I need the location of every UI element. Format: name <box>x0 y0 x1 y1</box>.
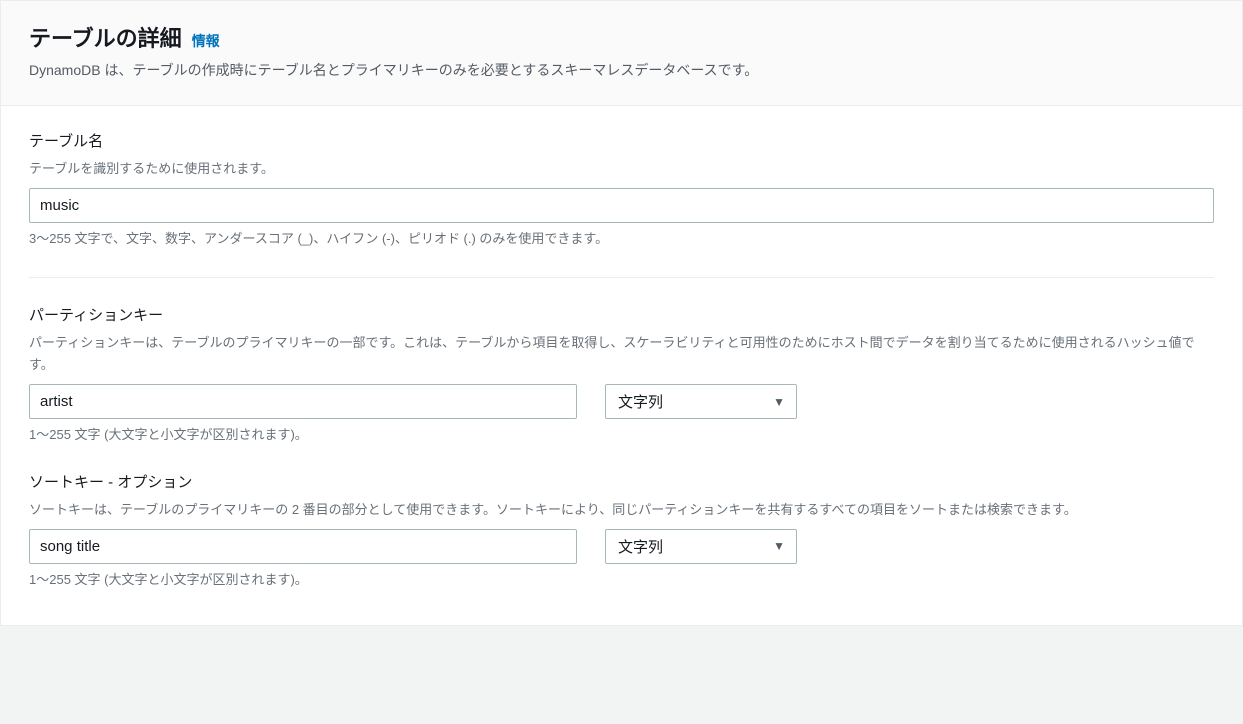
divider <box>29 277 1214 278</box>
panel-body: テーブル名 テーブルを識別するために使用されます。 3〜255 文字で、文字、数… <box>1 106 1242 625</box>
sort-key-hint: 1〜255 文字 (大文字と小文字が区別されます)。 <box>29 570 1214 590</box>
table-name-help: テーブルを識別するために使用されます。 <box>29 158 1214 180</box>
partition-key-input[interactable] <box>29 384 577 419</box>
partition-key-row: ▼ <box>29 384 1214 419</box>
partition-key-label: パーティションキー <box>29 304 1214 328</box>
sort-key-label: ソートキー - オプション <box>29 471 1214 495</box>
table-name-hint: 3〜255 文字で、文字、数字、アンダースコア (_)、ハイフン (-)、ピリオ… <box>29 229 1214 249</box>
table-name-label: テーブル名 <box>29 130 1214 154</box>
header-title-row: テーブルの詳細 情報 <box>29 21 1214 53</box>
partition-key-hint: 1〜255 文字 (大文字と小文字が区別されます)。 <box>29 425 1214 445</box>
panel-header: テーブルの詳細 情報 DynamoDB は、テーブルの作成時にテーブル名とプライ… <box>1 1 1242 106</box>
panel-title: テーブルの詳細 <box>29 21 182 53</box>
partition-key-group: パーティションキー パーティションキーは、テーブルのプライマリキーの一部です。こ… <box>29 304 1214 445</box>
sort-key-help: ソートキーは、テーブルのプライマリキーの 2 番目の部分として使用できます。ソー… <box>29 499 1214 521</box>
table-details-panel: テーブルの詳細 情報 DynamoDB は、テーブルの作成時にテーブル名とプライ… <box>0 0 1243 626</box>
partition-key-type-select[interactable] <box>605 384 797 419</box>
info-link[interactable]: 情報 <box>192 31 220 51</box>
panel-subtitle: DynamoDB は、テーブルの作成時にテーブル名とプライマリキーのみを必要とす… <box>29 59 1214 81</box>
table-name-group: テーブル名 テーブルを識別するために使用されます。 3〜255 文字で、文字、数… <box>29 130 1214 249</box>
sort-key-group: ソートキー - オプション ソートキーは、テーブルのプライマリキーの 2 番目の… <box>29 471 1214 590</box>
sort-key-type-select[interactable] <box>605 529 797 564</box>
sort-key-input[interactable] <box>29 529 577 564</box>
sort-key-type-wrap: ▼ <box>605 529 797 564</box>
partition-key-help: パーティションキーは、テーブルのプライマリキーの一部です。これは、テーブルから項… <box>29 332 1214 376</box>
partition-key-type-wrap: ▼ <box>605 384 797 419</box>
sort-key-row: ▼ <box>29 529 1214 564</box>
table-name-input[interactable] <box>29 188 1214 223</box>
